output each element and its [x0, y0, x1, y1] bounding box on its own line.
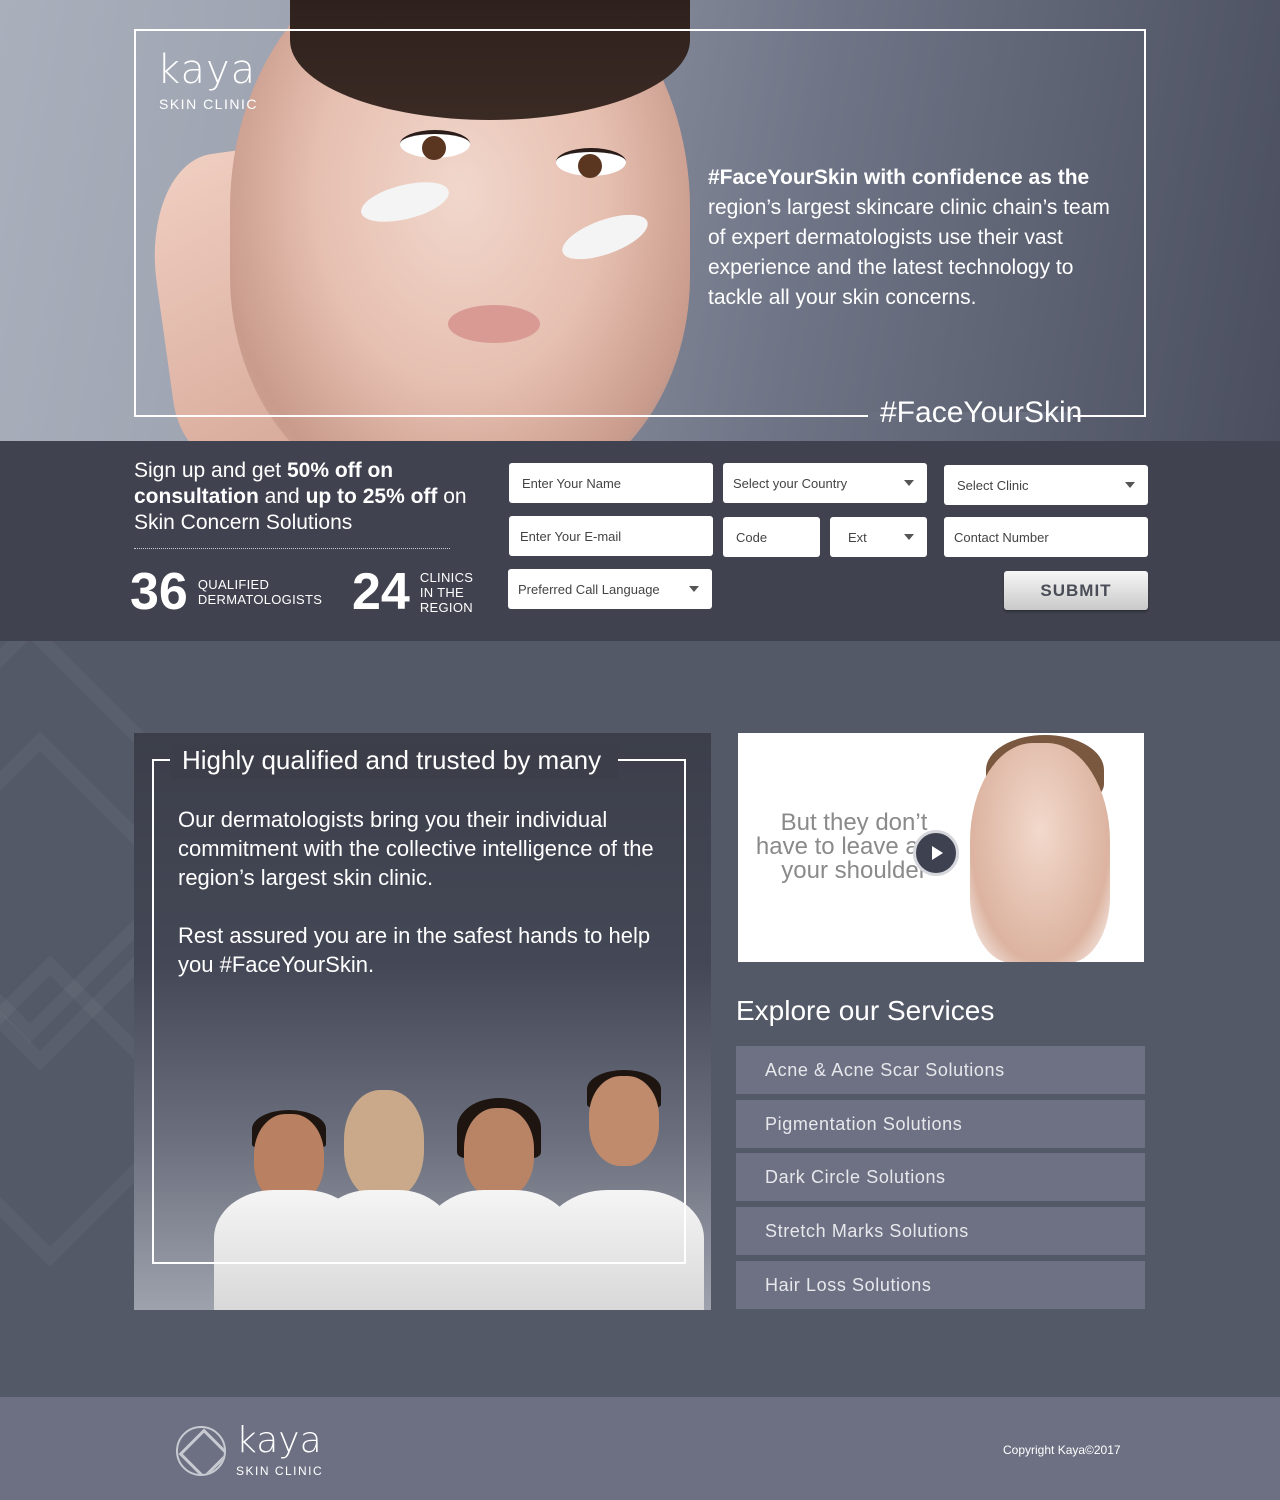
logo-subtitle: SKIN CLINIC	[159, 96, 258, 112]
logo-wordmark: kaya	[157, 47, 257, 93]
chevron-down-icon	[904, 480, 914, 486]
email-placeholder: Enter Your E-mail	[520, 528, 622, 544]
promo-text-4: up to 25% off	[305, 485, 438, 508]
kaya-emblem-icon	[176, 1426, 226, 1476]
clinic-placeholder: Select Clinic	[957, 477, 1029, 493]
service-dark-circle[interactable]: Dark Circle Solutions	[736, 1153, 1145, 1201]
video-model-image	[970, 743, 1110, 962]
play-icon	[932, 846, 943, 860]
service-hair-loss[interactable]: Hair Loss Solutions	[736, 1261, 1145, 1309]
hero-tagline: #FaceYourSkin with confidence as the reg…	[708, 163, 1118, 313]
footer-wordmark: kaya SKIN CLINIC	[236, 1420, 324, 1479]
stat-label-line: REGION	[419, 599, 473, 615]
stat-label-line: QUALIFIED	[197, 577, 270, 592]
chevron-down-icon	[904, 534, 914, 540]
footer-logo[interactable]: kaya SKIN CLINIC	[176, 1420, 324, 1479]
clinic-select[interactable]: Select Clinic	[944, 465, 1148, 505]
signup-promo: Sign up and get 50% off on consultation …	[134, 458, 479, 536]
footer-logo-sub: SKIN CLINIC	[236, 1464, 324, 1478]
ext-select[interactable]: Ext	[830, 517, 927, 557]
trust-paragraph: Rest assured you are in the safest hands…	[178, 923, 651, 977]
stat-clinics: 24 CLINICS IN THE REGION	[352, 566, 473, 618]
stat-label-line: IN THE	[419, 584, 465, 600]
stat-label: QUALIFIED DERMATOLOGISTS	[198, 577, 322, 607]
footer-logo-name: kaya	[236, 1420, 322, 1461]
country-placeholder: Select your Country	[733, 475, 848, 491]
copyright: Copyright Kaya©2017	[1003, 1443, 1121, 1457]
stat-number: 36	[130, 563, 188, 621]
hero-tagline-rest: region’s largest skincare clinic chain’s…	[708, 196, 1110, 309]
services-title: Explore our Services	[736, 995, 995, 1026]
promo-text-3: and	[258, 485, 306, 508]
submit-button[interactable]: SUBMIT	[1004, 571, 1148, 610]
stat-label: CLINICS IN THE REGION	[420, 570, 473, 615]
trust-title: Highly qualified and trusted by many	[182, 745, 602, 775]
trust-paragraph: Our dermatologists bring you their indiv…	[178, 807, 654, 890]
code-input[interactable]: Code	[723, 517, 820, 557]
stat-dermatologists: 36 QUALIFIED DERMATOLOGISTS	[130, 566, 322, 618]
stat-label-line: CLINICS	[419, 569, 474, 585]
chevron-down-icon	[689, 586, 699, 592]
service-pigmentation[interactable]: Pigmentation Solutions	[736, 1100, 1145, 1148]
chevron-down-icon	[1125, 482, 1135, 488]
contact-placeholder: Contact Number	[954, 529, 1049, 545]
service-acne[interactable]: Acne & Acne Scar Solutions	[736, 1046, 1145, 1094]
kaya-logo[interactable]: kaya SKIN CLINIC	[157, 50, 258, 112]
ext-placeholder: Ext	[848, 529, 867, 545]
email-input[interactable]: Enter Your E-mail	[509, 516, 713, 556]
language-placeholder: Preferred Call Language	[518, 581, 660, 597]
service-stretch-marks[interactable]: Stretch Marks Solutions	[736, 1207, 1145, 1255]
language-select[interactable]: Preferred Call Language	[508, 569, 712, 609]
stat-number: 24	[352, 563, 410, 621]
name-input[interactable]: Enter Your Name	[509, 463, 713, 503]
name-placeholder: Enter Your Name	[522, 475, 622, 491]
contact-number-input[interactable]: Contact Number	[944, 517, 1148, 557]
promo-text-1: Sign up and get	[134, 459, 287, 482]
play-button[interactable]	[913, 830, 959, 876]
hero-tagline-bold: #FaceYourSkin with confidence as the	[708, 166, 1090, 189]
stat-label-line: DERMATOLOGISTS	[197, 592, 323, 607]
promo-divider	[134, 548, 450, 549]
code-placeholder: Code	[736, 529, 768, 545]
country-select[interactable]: Select your Country	[723, 463, 927, 503]
hero-hashtag: #FaceYourSkin	[880, 396, 1083, 429]
